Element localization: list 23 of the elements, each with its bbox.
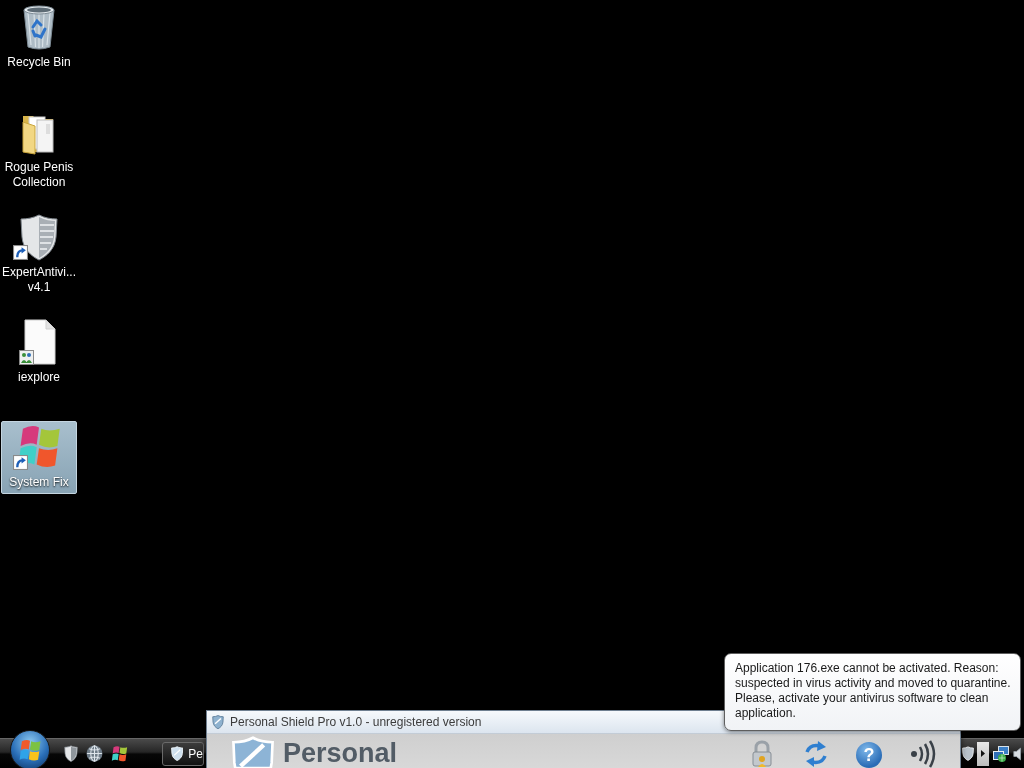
globe-icon[interactable] — [86, 745, 103, 762]
shield-icon — [171, 746, 184, 761]
shield-icon[interactable] — [64, 745, 78, 762]
shield-icon — [19, 213, 59, 261]
shield-icon — [230, 736, 276, 768]
desktop-shortcut[interactable]: iexplore — [1, 316, 77, 389]
flag-icon[interactable] — [111, 745, 128, 762]
taskbar-button[interactable]: Pe — [162, 741, 204, 766]
desktop-shortcut[interactable]: ExpertAntivi... v4.1 — [1, 211, 77, 299]
sound-waves-icon[interactable] — [908, 740, 938, 768]
app-heading: Personal — [283, 738, 398, 768]
speaker-icon[interactable] — [1013, 745, 1023, 762]
caret-icon — [981, 750, 985, 757]
shield-icon — [212, 715, 224, 729]
desktop-shortcut[interactable]: Rogue Penis Collection — [1, 106, 77, 194]
flag-icon — [19, 738, 41, 761]
window-title: Personal Shield Pro v1.0 - unregistered version — [230, 715, 482, 729]
notification-message: Application 176.exe cannot be activated. Reason: suspected in virus activity and moved to quarantine. Please, activate your antivirus software to clean application. — [735, 661, 1012, 721]
start-button[interactable] — [10, 729, 50, 768]
network-icon[interactable] — [992, 744, 1010, 763]
show-hidden-icons-button[interactable] — [977, 741, 989, 766]
desktop-shortcut[interactable]: Recycle Bin — [1, 1, 77, 74]
file-icon — [19, 318, 59, 366]
